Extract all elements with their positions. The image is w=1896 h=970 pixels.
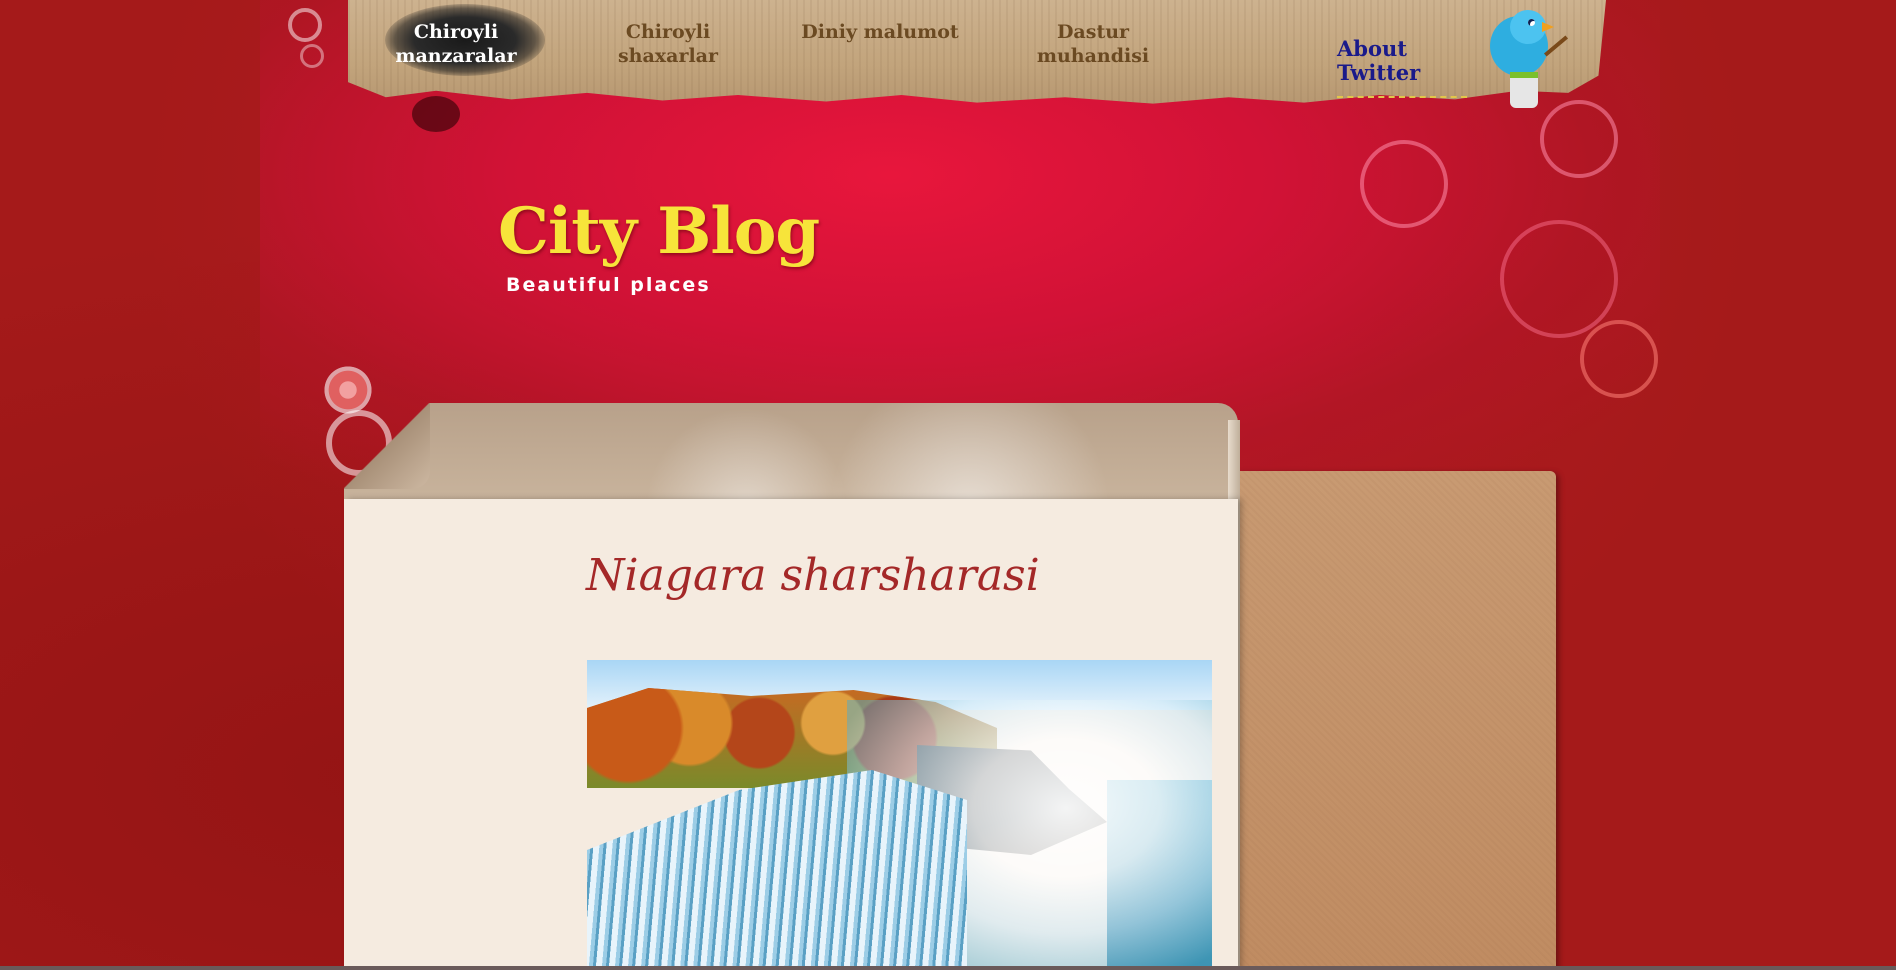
bird-eye: [1528, 19, 1535, 26]
nav-item-label-line1: Chiroyli: [413, 21, 499, 43]
decor-swirl-1: [1360, 140, 1448, 228]
nav-item-diniy-malumot[interactable]: Diniy malumot: [795, 20, 965, 44]
decor-flower-top-left-2: [300, 44, 324, 68]
bird-head: [1510, 10, 1546, 44]
decor-swirl-3: [1500, 220, 1618, 338]
nav-item-chiroyli-manzaralar[interactable]: Chiroyli manzaralar: [386, 20, 526, 68]
nav-item-dastur-muhandisi[interactable]: Dastur muhandisi: [1023, 20, 1163, 68]
twitter-link-line1: About: [1337, 36, 1407, 61]
nav-item-label-line2: manzaralar: [395, 45, 517, 67]
twitter-link-underline: [1337, 96, 1467, 98]
post-title[interactable]: Niagara sharsharasi: [586, 548, 1040, 604]
decor-flower-top-left: [288, 8, 322, 42]
nav-item-label-line1: Diniy malumot: [801, 21, 959, 43]
page-curl-corner: [344, 403, 430, 489]
page-bottom-edge: [0, 966, 1896, 970]
image-waterfall: [587, 770, 967, 970]
nav-item-label-line1: Dastur: [1056, 21, 1130, 43]
decor-ink-splash-left: [412, 96, 460, 132]
site-logo-title[interactable]: City Blog: [498, 196, 820, 268]
nav-item-chiroyli-shaxarlar[interactable]: Chiroyli shaxarlar: [598, 20, 738, 68]
paint-bucket-icon: [1510, 72, 1538, 108]
about-twitter-link[interactable]: About Twitter: [1337, 37, 1420, 85]
twitter-link-line2: Twitter: [1337, 60, 1421, 85]
decor-swirl-4: [1580, 320, 1658, 398]
sidebar-panel: [1238, 471, 1556, 970]
decor-swirl-2: [1540, 100, 1618, 178]
post-image-niagara[interactable]: [587, 660, 1212, 970]
content-panel-header: [344, 403, 1238, 499]
nav-item-label-line1: Chiroyli: [625, 21, 711, 43]
nav-item-label-line2: shaxarlar: [617, 45, 718, 67]
nav-item-label-line2: muhandisi: [1036, 45, 1150, 67]
bird-beak: [1542, 22, 1554, 32]
site-tagline: Beautiful places: [506, 274, 711, 296]
